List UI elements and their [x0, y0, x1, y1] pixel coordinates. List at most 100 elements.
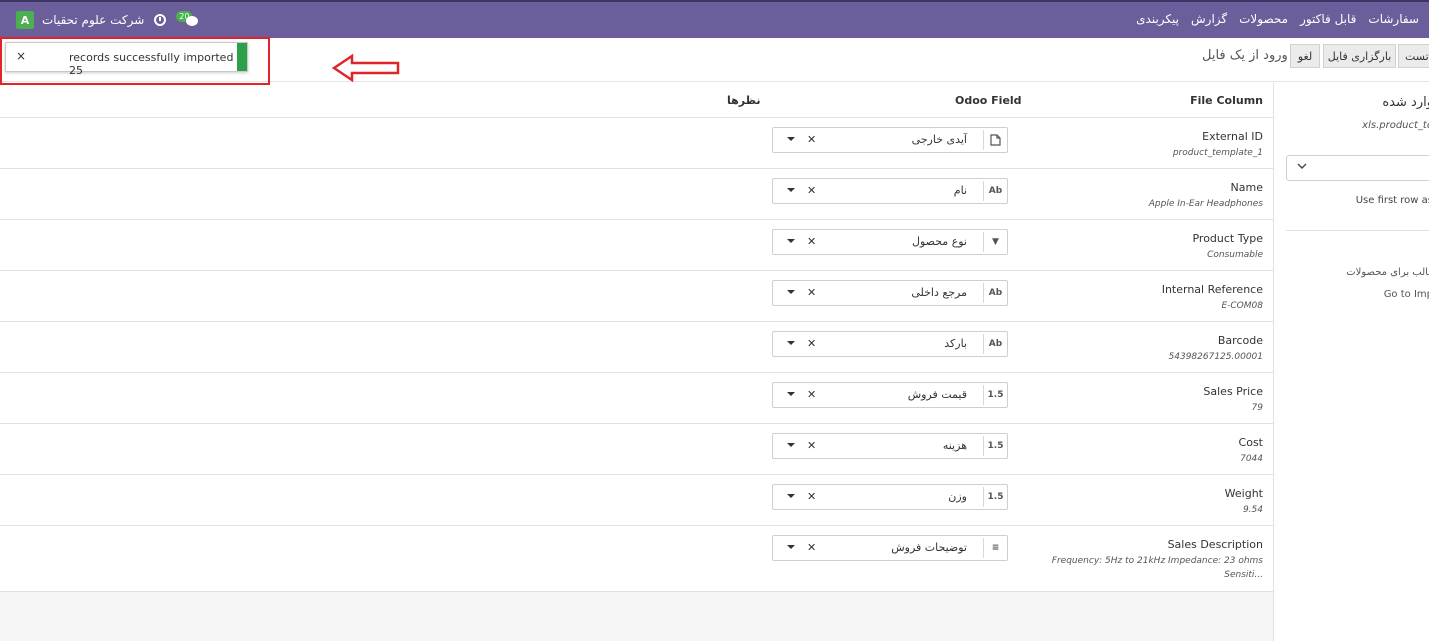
float-type-icon: 1.5 — [983, 436, 1007, 456]
caret-down-icon[interactable] — [787, 545, 795, 549]
caret-down-icon[interactable] — [787, 392, 795, 396]
chevron-down-icon — [1297, 162, 1307, 173]
table-row: Name Apple In-Ear Headphones Ab نام ✕ — [0, 169, 1273, 220]
text-lines-icon: ≡ — [983, 538, 1007, 558]
column-name: Internal Reference — [1161, 283, 1263, 296]
menu-item-products[interactable]: محصولات — [1239, 12, 1288, 26]
menu-item-orders[interactable]: سفارشات — [1368, 12, 1419, 26]
caret-down-icon[interactable] — [787, 290, 795, 294]
sheet-select[interactable] — [1286, 155, 1429, 181]
success-toast: × records successfully imported 25 — [5, 42, 248, 77]
field-selector[interactable]: آیدی خارجی ✕ — [772, 127, 1008, 153]
reload-file-button[interactable]: بارگزاری فایل — [1323, 44, 1396, 68]
top-navbar: A شرکت علوم تحقیات 20 سفارشات قابل فاکتو… — [0, 0, 1429, 38]
menu-item-to-invoice[interactable]: قابل فاکتور — [1300, 12, 1356, 26]
field-label: نوع محصول — [911, 235, 967, 248]
field-label: آیدی خارجی — [911, 133, 967, 146]
chat-icon — [186, 16, 199, 26]
table-row: Sales Description Frequency: 5Hz to 21kH… — [0, 526, 1273, 592]
caret-down-icon[interactable] — [787, 137, 795, 141]
test-button[interactable]: تست — [1398, 44, 1429, 68]
column-sample: 9.54 — [1242, 505, 1263, 515]
column-sample: 79 — [1251, 403, 1263, 413]
field-label: هزینه — [942, 439, 967, 452]
caret-down-icon[interactable] — [787, 443, 795, 447]
first-row-header-option[interactable]: Use first row as — [1356, 195, 1429, 206]
table-row: Barcode 54398267125.00001 Ab بارکد ✕ — [0, 322, 1273, 373]
column-sample: product_template_1 — [1172, 148, 1263, 158]
clear-field-icon[interactable]: ✕ — [807, 286, 816, 299]
clear-field-icon[interactable]: ✕ — [807, 235, 816, 248]
document-icon — [983, 130, 1007, 150]
imported-file-heading: وارد شده — [1382, 95, 1429, 110]
field-selector[interactable]: ≡ توضیحات فروش ✕ — [772, 535, 1008, 561]
field-selector[interactable]: 1.5 وزن ✕ — [772, 484, 1008, 510]
cancel-button[interactable]: لغو — [1290, 44, 1320, 68]
clear-field-icon[interactable]: ✕ — [807, 337, 816, 350]
goto-import-link[interactable]: Go to Imp — [1384, 289, 1429, 300]
column-sample: Consumable — [1207, 250, 1263, 260]
field-label: بارکد — [944, 337, 967, 350]
menu-item-reporting[interactable]: گزارش — [1191, 12, 1227, 26]
field-selector[interactable]: 1.5 هزینه ✕ — [772, 433, 1008, 459]
column-sample: E-COM08 — [1221, 301, 1263, 311]
field-label: نام — [953, 184, 967, 197]
product-template-link[interactable]: قالب برای محصولات — [1346, 267, 1429, 278]
field-selector[interactable]: Ab بارکد ✕ — [772, 331, 1008, 357]
column-sample: Apple In-Ear Headphones — [1148, 199, 1263, 209]
imported-file-name: xls.product_te — [1362, 120, 1429, 131]
clear-field-icon[interactable]: ✕ — [807, 133, 816, 146]
clear-field-icon[interactable]: ✕ — [807, 388, 816, 401]
company-switcher[interactable]: شرکت علوم تحقیات — [42, 13, 144, 27]
avatar[interactable]: A — [16, 11, 34, 29]
navbar-user-area: A شرکت علوم تحقیات 20 — [16, 10, 202, 30]
clear-field-icon[interactable]: ✕ — [807, 439, 816, 452]
activity-clock-icon[interactable] — [154, 14, 167, 26]
caret-down-icon[interactable] — [787, 494, 795, 498]
column-name: Sales Price — [1203, 385, 1263, 398]
menu-item-configuration[interactable]: پیکربندی — [1136, 12, 1179, 26]
import-options-sidebar: وارد شده xls.product_te Use first row as… — [1273, 83, 1429, 641]
column-sample: Frequency: 5Hz to 21kHz Impedance: 23 oh… — [1052, 554, 1263, 582]
caret-down-icon[interactable] — [787, 239, 795, 243]
table-row: Cost 7044 1.5 هزینه ✕ — [0, 424, 1273, 475]
field-label: مرجع داخلی — [911, 286, 967, 299]
table-footer-area — [0, 592, 1273, 641]
header-notes: نظرها — [727, 94, 761, 107]
text-type-icon: Ab — [983, 181, 1007, 201]
header-file-column: File Column — [1190, 94, 1263, 107]
caret-down-icon[interactable] — [787, 341, 795, 345]
table-row: Weight 9.54 1.5 وزن ✕ — [0, 475, 1273, 526]
main-menu: سفارشات قابل فاکتور محصولات گزارش پیکربن… — [1136, 12, 1419, 26]
field-label: وزن — [948, 490, 967, 503]
column-name: External ID — [1202, 130, 1263, 143]
clear-field-icon[interactable]: ✕ — [807, 490, 816, 503]
table-row: Sales Price 79 1.5 قیمت فروش ✕ — [0, 373, 1273, 424]
toast-close-button[interactable]: × — [16, 49, 26, 63]
clear-field-icon[interactable]: ✕ — [807, 541, 816, 554]
toast-status-bar — [237, 43, 247, 71]
field-selector[interactable]: 1.5 قیمت فروش ✕ — [772, 382, 1008, 408]
toast-message: records successfully imported 25 — [69, 51, 234, 77]
caret-down-icon[interactable] — [787, 188, 795, 192]
field-label: قیمت فروش — [907, 388, 967, 401]
import-screen: A شرکت علوم تحقیات 20 سفارشات قابل فاکتو… — [0, 0, 1429, 641]
field-selector[interactable]: ▼ نوع محصول ✕ — [772, 229, 1008, 255]
text-type-icon: Ab — [983, 283, 1007, 303]
clear-field-icon[interactable]: ✕ — [807, 184, 816, 197]
table-header: File Column Odoo Field نظرها — [0, 83, 1273, 118]
column-name: Sales Description — [1167, 538, 1263, 551]
column-name: Cost — [1238, 436, 1263, 449]
column-name: Name — [1230, 181, 1263, 194]
import-mapping-table: File Column Odoo Field نظرها External ID… — [0, 83, 1273, 641]
column-name: Barcode — [1217, 334, 1263, 347]
divider — [1286, 230, 1429, 231]
left-arrow-annotation-icon — [332, 54, 400, 82]
table-row: External ID product_template_1 آیدی خارج… — [0, 118, 1273, 169]
field-selector[interactable]: Ab نام ✕ — [772, 178, 1008, 204]
text-type-icon: Ab — [983, 334, 1007, 354]
messaging-menu[interactable]: 20 — [176, 11, 202, 29]
column-sample-line: Frequency: 5Hz to 21kHz Impedance: 23 oh… — [1051, 556, 1263, 566]
field-selector[interactable]: Ab مرجع داخلی ✕ — [772, 280, 1008, 306]
column-name: Product Type — [1192, 232, 1263, 245]
